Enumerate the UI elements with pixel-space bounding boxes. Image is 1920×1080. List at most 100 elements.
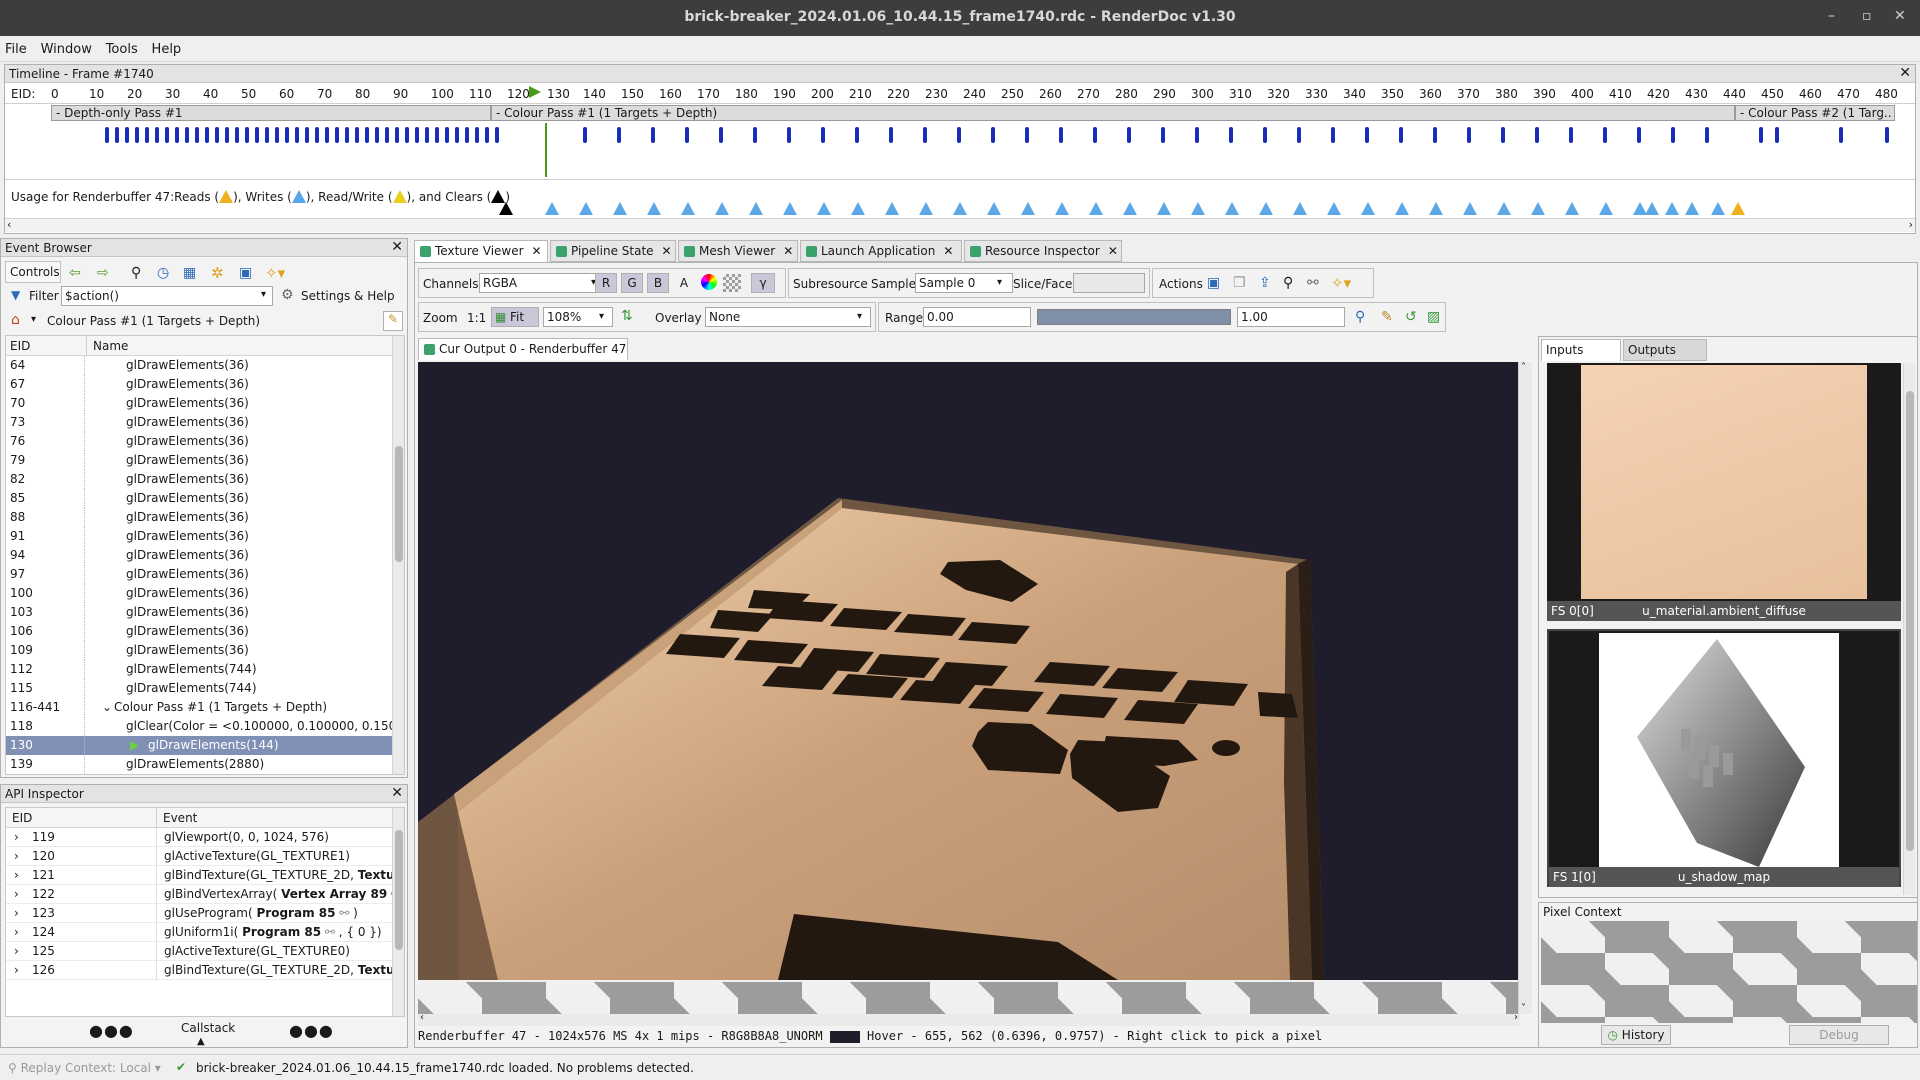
usage-triangle-icon[interactable] bbox=[1463, 202, 1477, 215]
event-marker[interactable] bbox=[405, 127, 409, 143]
event-marker[interactable] bbox=[1671, 127, 1675, 143]
chevron-right-icon[interactable]: › bbox=[14, 847, 19, 866]
event-marker[interactable] bbox=[1705, 127, 1709, 143]
home-icon[interactable]: ⌂ bbox=[11, 312, 20, 328]
usage-triangle-icon[interactable] bbox=[1599, 202, 1613, 215]
history-button[interactable]: ◷ History bbox=[1601, 1025, 1671, 1045]
event-list-scrollbar[interactable] bbox=[392, 336, 404, 774]
event-marker[interactable] bbox=[1569, 127, 1573, 143]
auto-fit-icon[interactable]: ✎ bbox=[1381, 309, 1393, 325]
api-row[interactable]: › 125 glActiveTexture(GL_TEXTURE0) bbox=[6, 942, 404, 961]
event-marker[interactable] bbox=[719, 127, 723, 143]
event-marker[interactable] bbox=[175, 127, 179, 143]
bookmark-star-icon[interactable]: ✧▾ bbox=[1331, 274, 1351, 292]
close-icon[interactable]: ✕ bbox=[391, 785, 403, 801]
channel-r-toggle[interactable]: R bbox=[595, 273, 617, 293]
event-marker[interactable] bbox=[1127, 127, 1131, 143]
maximize-button[interactable]: ▫ bbox=[1862, 8, 1872, 24]
tab-outputs[interactable]: Outputs bbox=[1623, 339, 1707, 361]
api-row[interactable]: › 124 glUniform1i( Program 85 ⚯ , { 0 }) bbox=[6, 923, 404, 942]
event-marker[interactable] bbox=[435, 127, 439, 143]
channel-a-toggle[interactable]: A bbox=[673, 273, 695, 293]
usage-triangle-icon[interactable] bbox=[953, 202, 967, 215]
event-marker[interactable] bbox=[1399, 127, 1403, 143]
close-icon[interactable]: ✕ bbox=[391, 239, 403, 255]
event-marker[interactable] bbox=[355, 127, 359, 143]
event-marker[interactable] bbox=[1759, 127, 1763, 143]
event-marker[interactable] bbox=[475, 127, 479, 143]
splitter-dots-icon[interactable]: ●●● bbox=[289, 1021, 334, 1040]
event-marker[interactable] bbox=[375, 127, 379, 143]
usage-triangle-icon[interactable] bbox=[783, 202, 797, 215]
replay-context[interactable]: ⚲ Replay Context: Local ▾ bbox=[8, 1061, 161, 1075]
event-marker[interactable] bbox=[485, 127, 489, 143]
event-marker[interactable] bbox=[165, 127, 169, 143]
event-marker[interactable] bbox=[583, 127, 587, 143]
color-picker-icon[interactable] bbox=[701, 274, 717, 290]
gear-icon[interactable]: ⚙ bbox=[281, 287, 294, 303]
forward-arrow-icon[interactable]: ⇨ bbox=[97, 265, 109, 281]
copy-icon[interactable]: ❐ bbox=[1233, 275, 1246, 291]
event-marker[interactable] bbox=[315, 127, 319, 143]
usage-triangle-icon[interactable] bbox=[613, 202, 627, 215]
usage-triangle-icon[interactable] bbox=[681, 202, 695, 215]
pass-depth-only[interactable]: - Depth-only Pass #1 bbox=[51, 105, 491, 121]
event-marker[interactable] bbox=[325, 127, 329, 143]
event-marker[interactable] bbox=[265, 127, 269, 143]
event-marker[interactable] bbox=[787, 127, 791, 143]
usage-triangle-icon[interactable] bbox=[1021, 202, 1035, 215]
breadcrumb[interactable]: Colour Pass #1 (1 Targets + Depth) bbox=[47, 314, 260, 328]
api-row[interactable]: › 126 glBindTexture(GL_TEXTURE_2D, Texture bbox=[6, 961, 404, 980]
usage-triangle-icon[interactable] bbox=[1645, 202, 1659, 215]
link-icon[interactable]: ⚯ bbox=[321, 925, 335, 939]
usage-triangle-icon[interactable] bbox=[579, 202, 593, 215]
event-marker[interactable] bbox=[651, 127, 655, 143]
chevron-right-icon[interactable]: › bbox=[14, 923, 19, 942]
api-row[interactable]: › 121 glBindTexture(GL_TEXTURE_2D, Texture bbox=[6, 866, 404, 885]
event-marker[interactable] bbox=[295, 127, 299, 143]
event-row[interactable]: 106 glDrawElements(36) bbox=[6, 622, 404, 641]
event-marker[interactable] bbox=[275, 127, 279, 143]
event-row[interactable]: 112 glDrawElements(744) bbox=[6, 660, 404, 679]
tab-mesh-viewer[interactable]: Mesh Viewer ✕ bbox=[678, 240, 798, 262]
event-marker[interactable] bbox=[617, 127, 621, 143]
event-marker[interactable] bbox=[1229, 127, 1233, 143]
usage-triangle-icon[interactable] bbox=[749, 202, 763, 215]
tab-cur-output[interactable]: Cur Output 0 - Renderbuffer 47 bbox=[418, 338, 628, 360]
splitter-dots-icon[interactable]: ●●● bbox=[89, 1021, 134, 1040]
settings-gear-icon[interactable]: ✲ bbox=[211, 264, 224, 282]
close-button[interactable]: ✕ bbox=[1894, 8, 1906, 24]
event-marker[interactable] bbox=[855, 127, 859, 143]
event-row[interactable]: 100 glDrawElements(36) bbox=[6, 584, 404, 603]
event-marker[interactable] bbox=[1467, 127, 1471, 143]
zoom-1to1-button[interactable]: 1:1 bbox=[467, 311, 486, 325]
channel-b-toggle[interactable]: B bbox=[647, 273, 669, 293]
menu-help[interactable]: Help bbox=[147, 36, 187, 57]
event-marker[interactable] bbox=[1839, 127, 1843, 143]
event-row[interactable]: 97 glDrawElements(36) bbox=[6, 565, 404, 584]
viewport-vscrollbar[interactable]: ˄ ˅ bbox=[1518, 362, 1532, 1014]
usage-triangle-icon[interactable] bbox=[715, 202, 729, 215]
usage-triangle-icon[interactable] bbox=[1123, 202, 1137, 215]
column-name[interactable]: Name bbox=[86, 336, 128, 356]
event-marker[interactable] bbox=[1365, 127, 1369, 143]
event-row[interactable]: 91 glDrawElements(36) bbox=[6, 527, 404, 546]
event-marker[interactable] bbox=[1775, 127, 1779, 143]
event-marker[interactable] bbox=[957, 127, 961, 143]
event-marker[interactable] bbox=[245, 127, 249, 143]
event-row[interactable]: 85 glDrawElements(36) bbox=[6, 489, 404, 508]
event-row[interactable]: 67 glDrawElements(36) bbox=[6, 375, 404, 394]
tab-inputs[interactable]: Inputs bbox=[1541, 339, 1621, 361]
pass-colour-1[interactable]: - Colour Pass #1 (1 Targets + Depth) bbox=[491, 105, 1735, 121]
event-marker[interactable] bbox=[889, 127, 893, 143]
usage-triangle-icon[interactable] bbox=[1055, 202, 1069, 215]
event-marker[interactable] bbox=[753, 127, 757, 143]
event-marker[interactable] bbox=[395, 127, 399, 143]
event-marker[interactable] bbox=[1161, 127, 1165, 143]
event-marker[interactable] bbox=[425, 127, 429, 143]
event-marker[interactable] bbox=[455, 127, 459, 143]
chevron-down-icon[interactable]: ▾ bbox=[857, 311, 862, 322]
event-marker[interactable] bbox=[1059, 127, 1063, 143]
event-marker[interactable] bbox=[105, 127, 109, 143]
usage-triangle-icon[interactable] bbox=[851, 202, 865, 215]
